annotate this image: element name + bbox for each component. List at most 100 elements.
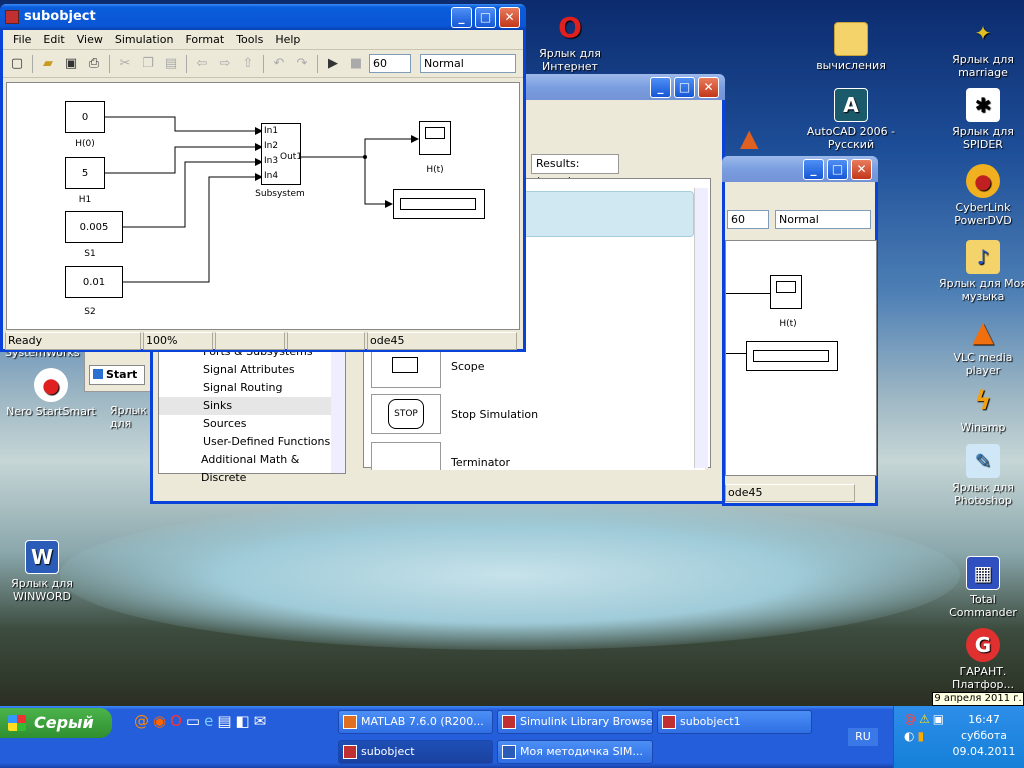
- desktop-icon-vlc[interactable]: ▲ VLC media player: [938, 314, 1024, 377]
- garant-icon: G: [966, 628, 1000, 662]
- menu-view[interactable]: View: [71, 33, 109, 46]
- desktop-icon-cyberlink[interactable]: ● CyberLink PowerDVD: [938, 164, 1024, 227]
- redo-icon[interactable]: ↷: [292, 54, 312, 74]
- tree-item-sinks[interactable]: Sinks: [159, 397, 345, 415]
- desktop-icon-music[interactable]: ♪ Ярлык для Моя музыка: [938, 240, 1024, 303]
- tree-item-sources[interactable]: Sources: [159, 415, 345, 433]
- menu-tools[interactable]: Tools: [230, 33, 269, 46]
- maximize-button[interactable]: □: [827, 159, 848, 180]
- toolbar-separator: [109, 54, 110, 73]
- tree-item-additional-math[interactable]: Additional Math & Discrete: [159, 451, 345, 484]
- task-word-doc[interactable]: Моя методичка SIM...: [497, 740, 653, 764]
- task-matlab[interactable]: MATLAB 7.6.0 (R200...: [338, 710, 493, 734]
- menu-simulation[interactable]: Simulation: [109, 33, 180, 46]
- subobject-titlebar[interactable]: subobject _ □ ✕: [0, 4, 526, 30]
- menu-format[interactable]: Format: [179, 33, 230, 46]
- up-icon[interactable]: ⇧: [238, 54, 258, 74]
- subobject1-titlebar[interactable]: _ □ ✕: [722, 156, 878, 182]
- tree-item-signal-routing[interactable]: Signal Routing: [159, 379, 345, 397]
- warning-icon[interactable]: ⚠: [919, 712, 930, 726]
- volume-icon[interactable]: ◐: [904, 729, 914, 743]
- matlab-icon[interactable]: ▲: [740, 124, 772, 152]
- menu-help[interactable]: Help: [269, 33, 306, 46]
- stop-time-field[interactable]: 60: [369, 54, 411, 73]
- scope-block[interactable]: [770, 275, 802, 309]
- desktop-icon[interactable]: ▭: [186, 712, 200, 734]
- icq-icon[interactable]: @: [134, 712, 149, 734]
- close-button[interactable]: ✕: [698, 77, 719, 98]
- calc-icon[interactable]: ▤: [217, 712, 231, 734]
- stop-time-field[interactable]: 60: [727, 210, 769, 229]
- clock-time: 16:47: [968, 713, 1000, 726]
- forward-icon[interactable]: ⇨: [215, 54, 235, 74]
- undo-icon[interactable]: ↶: [269, 54, 289, 74]
- start-button-partial[interactable]: Start: [89, 365, 145, 385]
- const-s2-block[interactable]: 0.01: [65, 266, 123, 298]
- desktop-icon-opera[interactable]: O Ярлык для Интернет: [525, 10, 615, 73]
- desktop-icon-marriage[interactable]: ✦ Ярлык для marriage: [938, 16, 1024, 80]
- desktop-icon-winword[interactable]: W Ярлык для WINWORD: [0, 540, 87, 603]
- firefox-icon[interactable]: ◉: [153, 712, 166, 734]
- task-subobject[interactable]: subobject: [338, 740, 493, 764]
- maximize-button[interactable]: □: [475, 7, 496, 28]
- stop-block-icon[interactable]: STOP: [371, 394, 441, 434]
- print-icon[interactable]: ⎙: [84, 54, 104, 74]
- cut-icon[interactable]: ✂: [115, 54, 135, 74]
- new-icon[interactable]: ▢: [7, 54, 27, 74]
- save-icon[interactable]: ▣: [61, 54, 81, 74]
- menu-edit[interactable]: Edit: [37, 33, 70, 46]
- desktop-icon-autocad[interactable]: A AutoCAD 2006 - Русский: [806, 88, 896, 151]
- tree-item-user-defined[interactable]: User-Defined Functions: [159, 433, 345, 451]
- scope-label: H(t): [426, 165, 444, 175]
- minimize-button[interactable]: _: [803, 159, 824, 180]
- stop-simulation-icon[interactable]: ■: [346, 54, 366, 74]
- paste-icon[interactable]: ▤: [161, 54, 181, 74]
- back-icon[interactable]: ⇦: [192, 54, 212, 74]
- const-h0-block[interactable]: 0: [65, 101, 105, 133]
- sim-mode-select[interactable]: Normal: [775, 210, 871, 229]
- icq-tray-icon[interactable]: @: [904, 712, 916, 726]
- block-pane-scrollbar[interactable]: [694, 188, 708, 468]
- update-icon[interactable]: ▮: [917, 729, 924, 743]
- ie-icon[interactable]: e: [204, 712, 213, 734]
- language-indicator[interactable]: RU: [848, 728, 878, 746]
- display-block[interactable]: [393, 189, 485, 219]
- clock[interactable]: 16:47 суббота 09.04.2011: [944, 712, 1024, 760]
- scope-screen-icon: [425, 127, 445, 139]
- desktop-icon-nero[interactable]: ● Nero StartSmart: [6, 368, 96, 418]
- start-simulation-icon[interactable]: ▶: [323, 54, 343, 74]
- tree-scrollbar[interactable]: [331, 343, 345, 473]
- desktop-icon-partial[interactable]: Ярлык для: [110, 404, 150, 430]
- desktop-icon-garant[interactable]: G ГАРАНТ. Платфор...: [938, 628, 1024, 691]
- opera-icon[interactable]: O: [170, 712, 182, 734]
- subsystem-block[interactable]: In1 In2 In3 In4 Out1: [261, 123, 302, 185]
- task-subobject1[interactable]: subobject1: [657, 710, 812, 734]
- scope-block[interactable]: [419, 121, 451, 155]
- media-icon[interactable]: ◧: [236, 712, 250, 734]
- tree-item-signal-attributes[interactable]: Signal Attributes: [159, 361, 345, 379]
- results-tab[interactable]: Results: (none): [531, 154, 619, 188]
- menu-file[interactable]: File: [7, 33, 37, 46]
- sim-mode-select[interactable]: Normal: [420, 54, 516, 73]
- display-block[interactable]: [746, 341, 838, 371]
- desktop-icon-spider[interactable]: ✱ Ярлык для SPIDER: [938, 88, 1024, 151]
- copy-icon[interactable]: ❐: [138, 54, 158, 74]
- start-button[interactable]: Серый: [0, 708, 112, 738]
- close-button[interactable]: ✕: [851, 159, 872, 180]
- desktop-icon-winamp[interactable]: ϟ Winamp: [938, 384, 1024, 435]
- desktop-icon-vychisleniya[interactable]: вычисления: [806, 22, 896, 72]
- scope-block-icon[interactable]: [371, 348, 441, 388]
- const-s1-block[interactable]: 0.005: [65, 211, 123, 243]
- chat-icon[interactable]: ✉: [254, 712, 267, 734]
- terminator-block-icon[interactable]: [371, 442, 441, 470]
- desktop-icon-totalcmd[interactable]: ▦ Total Commander: [938, 556, 1024, 619]
- open-icon[interactable]: ▰: [38, 54, 58, 74]
- maximize-button[interactable]: □: [674, 77, 695, 98]
- network-icon[interactable]: ▣: [933, 712, 944, 726]
- minimize-button[interactable]: _: [650, 77, 671, 98]
- minimize-button[interactable]: _: [451, 7, 472, 28]
- desktop-icon-photoshop[interactable]: ✎ Ярлык для Photoshop: [938, 444, 1024, 507]
- const-h1-block[interactable]: 5: [65, 157, 105, 189]
- task-library-browser[interactable]: Simulink Library Browser: [497, 710, 653, 734]
- close-button[interactable]: ✕: [499, 7, 520, 28]
